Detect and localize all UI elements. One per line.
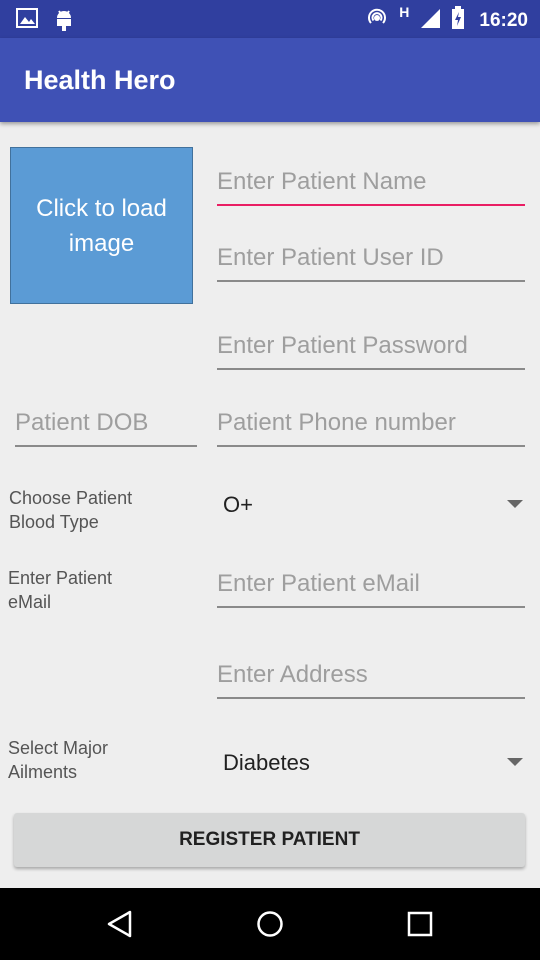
network-type-label: H [399,4,410,20]
patient-email-field[interactable]: Enter Patient eMail [217,564,525,608]
back-icon[interactable] [104,908,136,940]
navigation-bar [0,888,540,960]
dropdown-arrow-icon [507,500,523,508]
app-bar: Health Hero [0,38,540,122]
patient-password-field[interactable]: Enter Patient Password [217,326,525,370]
recents-icon[interactable] [404,908,436,940]
patient-user-id-field[interactable]: Enter Patient User ID [217,238,525,282]
load-image-label-line1: Click to load [36,194,167,222]
signal-icon [419,7,441,34]
blood-type-value: O+ [223,492,253,517]
dropdown-arrow-icon [507,758,523,766]
status-time: 16:20 [479,9,528,31]
home-icon[interactable] [254,908,286,940]
ailments-spinner[interactable]: Diabetes [223,742,533,782]
app-title: Health Hero [24,65,176,95]
blood-type-label: Choose Patient Blood Type [9,488,133,532]
register-patient-button[interactable]: REGISTER PATIENT [14,813,525,867]
blood-type-spinner[interactable]: O+ [223,484,533,524]
status-bar: H 16:20 [0,0,540,38]
patient-phone-field[interactable]: Patient Phone number [217,403,525,447]
load-image-label-line2: image [68,229,135,257]
android-icon [54,8,74,37]
load-image-button[interactable]: Click to load image [10,147,193,304]
patient-name-field[interactable]: Enter Patient Name [217,162,525,206]
battery-icon [451,6,465,35]
ailments-value: Diabetes [223,750,310,775]
hotspot-icon [365,6,389,35]
email-label: Enter Patient eMail [8,568,113,612]
ailments-label: Select Major Ailments [8,738,109,782]
image-icon [16,8,38,37]
address-field[interactable]: Enter Address [217,655,525,699]
patient-dob-field[interactable]: Patient DOB [15,403,197,447]
